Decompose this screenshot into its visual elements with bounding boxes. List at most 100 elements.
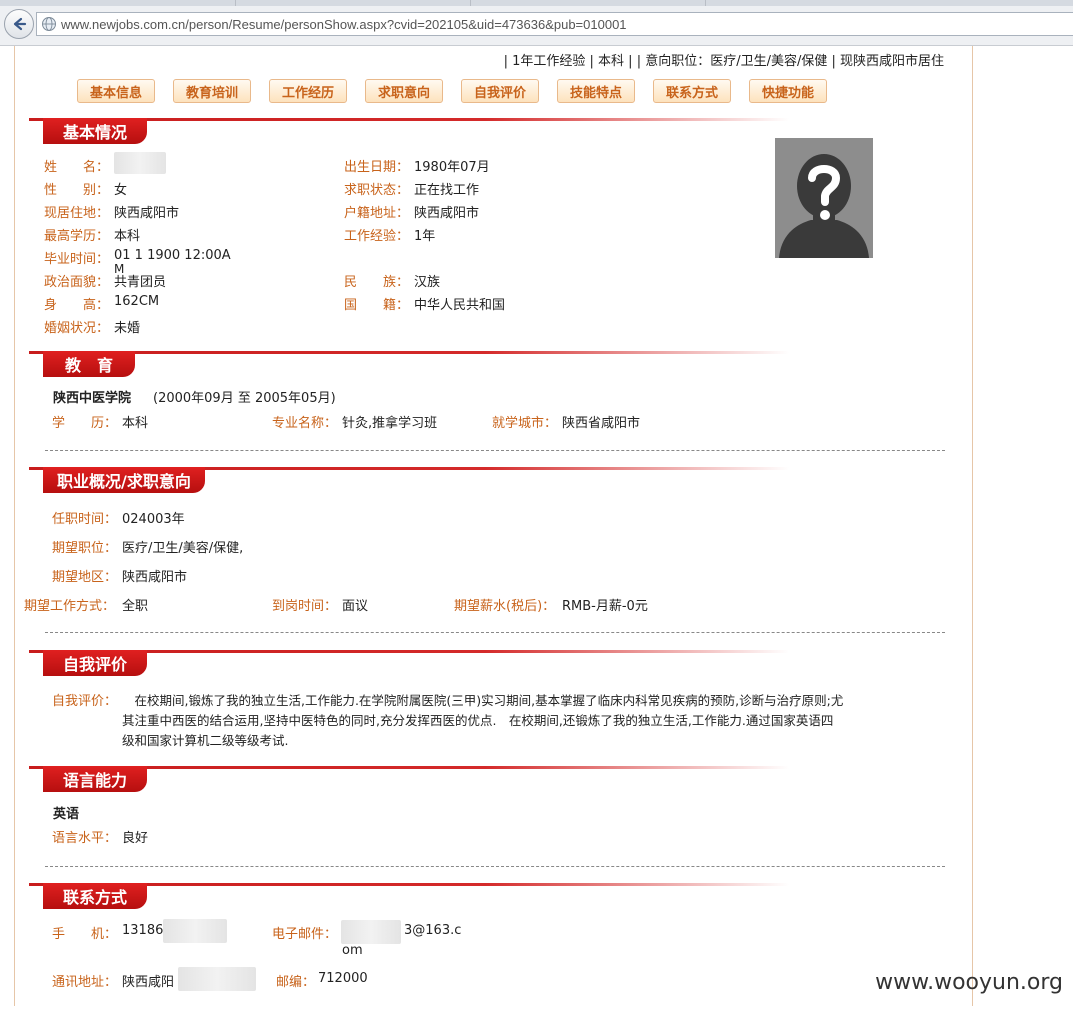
self-eval-line: 在校期间,锻炼了我的独立生活,工作能力.在学院附属医院(三甲)实习期间,基本掌握… [122, 693, 844, 708]
section-title: 教 育 [43, 351, 136, 377]
redaction-blur [114, 152, 166, 174]
section-line [29, 351, 789, 354]
section-divider [45, 866, 945, 867]
tab-divider [470, 0, 471, 6]
residence-value: 陕西咸阳市 [114, 206, 180, 221]
watermark: www.wooyun.org [875, 970, 1063, 995]
birth-label: 出生日期： [344, 160, 410, 175]
section-title: 联系方式 [43, 883, 148, 909]
study-city-label: 就学城市： [492, 416, 558, 431]
redaction-blur [341, 920, 401, 944]
browser-chrome: www.newjobs.com.cn/person/Resume/personS… [0, 0, 1073, 46]
section-title: 基本情况 [43, 118, 148, 144]
language-level-label: 语言水平： [52, 831, 118, 846]
tab-divider [235, 0, 236, 6]
job-status-label: 求职状态： [344, 183, 410, 198]
section-basic-header: 基本情况 [29, 118, 789, 144]
job-status-value: 正在找工作 [414, 183, 480, 198]
nav-job-intention[interactable]: 求职意向 [365, 79, 443, 103]
major-value: 针灸,推拿学习班 [342, 416, 438, 431]
phone-value: 13186 [122, 923, 164, 938]
nav-skills[interactable]: 技能特点 [557, 79, 635, 103]
marriage-value: 未婚 [114, 321, 141, 336]
politics-label: 政治面貌： [44, 275, 110, 290]
education-level-value: 本科 [114, 229, 141, 244]
globe-icon [42, 17, 56, 31]
self-eval-label: 自我评价： [52, 694, 118, 709]
redaction-blur [178, 967, 256, 991]
arrival-value: 面议 [342, 599, 369, 614]
nav-education[interactable]: 教育培训 [173, 79, 251, 103]
self-eval-line: 级和国家计算机二级等级考试. [122, 733, 289, 748]
nav-contact[interactable]: 联系方式 [653, 79, 731, 103]
hukou-value: 陕西咸阳市 [414, 206, 480, 221]
nav-self-evaluation[interactable]: 自我评价 [461, 79, 539, 103]
email-label: 电子邮件： [272, 927, 338, 942]
birth-value: 1980年07月 [414, 160, 490, 175]
tenure-value: 024003年 [122, 512, 185, 527]
gender-label: 性 别： [44, 183, 110, 198]
tab-divider [705, 0, 706, 6]
education-level-label: 最高学历： [44, 229, 110, 244]
tenure-label: 任职时间： [52, 512, 118, 527]
ethnicity-label: 民 族： [344, 275, 410, 290]
section-language-header: 语言能力 [29, 766, 789, 792]
back-arrow-icon [13, 17, 27, 31]
nationality-value: 中华人民共和国 [414, 298, 506, 313]
address-value: 陕西咸阳 [122, 975, 175, 990]
graduation-label: 毕业时间： [44, 252, 110, 267]
expected-area-value: 陕西咸阳市 [122, 570, 188, 585]
degree-label: 学 历： [52, 416, 118, 431]
email-value: 3@163.c [404, 923, 462, 938]
height-label: 身 高： [44, 298, 110, 313]
gender-value: 女 [114, 183, 128, 198]
unknown-person-icon [775, 138, 873, 258]
redaction-blur [163, 919, 227, 943]
work-type-value: 全职 [122, 599, 149, 614]
section-contact-header: 联系方式 [29, 883, 789, 909]
expected-area-label: 期望地区： [52, 570, 118, 585]
tab-strip [0, 0, 1073, 6]
language-name: 英语 [53, 807, 80, 822]
address-label: 通讯地址： [52, 975, 118, 990]
expected-position-label: 期望职位： [52, 541, 118, 556]
name-label: 姓 名： [44, 160, 110, 175]
ethnicity-value: 汉族 [414, 275, 441, 290]
hukou-label: 户籍地址： [344, 206, 410, 221]
salary-value: RMB-月薪-0元 [562, 599, 648, 614]
address-bar[interactable]: www.newjobs.com.cn/person/Resume/personS… [36, 12, 1073, 36]
nationality-label: 国 籍： [344, 298, 410, 313]
section-title: 职业概况/求职意向 [43, 467, 205, 493]
section-career-header: 职业概况/求职意向 [29, 467, 789, 493]
politics-value: 共青团员 [114, 275, 167, 290]
study-city-value: 陕西省咸阳市 [562, 416, 641, 431]
zip-value: 712000 [318, 971, 368, 986]
major-label: 专业名称： [272, 416, 338, 431]
phone-label: 手 机： [52, 927, 118, 942]
salary-label: 期望薪水(税后)： [454, 599, 556, 614]
school-name: 陕西中医学院 [53, 391, 132, 406]
self-eval-line: 其注重中西医的结合运用,坚持中医特色的同时,充分发挥西医的优点. 在校期间,还锻… [122, 713, 834, 728]
graduation-value: 01 1 1900 12:00A [114, 248, 231, 263]
experience-value: 1年 [414, 229, 436, 244]
email-value-wrap: om [342, 943, 363, 958]
section-education-header: 教 育 [29, 351, 789, 377]
section-title: 自我评价 [43, 650, 148, 676]
residence-label: 现居住地： [44, 206, 110, 221]
expected-position-value: 医疗/卫生/美容/保健, [122, 541, 244, 556]
section-divider [45, 450, 945, 451]
language-level-value: 良好 [122, 831, 149, 846]
back-button[interactable] [4, 9, 34, 39]
height-value: 162CM [114, 294, 160, 309]
resume-summary: | 1年工作经验 | 本科 | | 意向职位：医疗/卫生/美容/保健 | 现陕西… [503, 54, 944, 69]
marriage-label: 婚姻状况： [44, 321, 110, 336]
zip-label: 邮编： [276, 975, 316, 990]
section-divider [45, 632, 945, 633]
arrival-label: 到岗时间： [272, 599, 338, 614]
nav-basic-info[interactable]: 基本信息 [77, 79, 155, 103]
nav-work-history[interactable]: 工作经历 [269, 79, 347, 103]
resume-page: | 1年工作经验 | 本科 | | 意向职位：医疗/卫生/美容/保健 | 现陕西… [14, 46, 973, 1006]
degree-value: 本科 [122, 416, 149, 431]
experience-label: 工作经验： [344, 229, 410, 244]
nav-quick-functions[interactable]: 快捷功能 [749, 79, 827, 103]
